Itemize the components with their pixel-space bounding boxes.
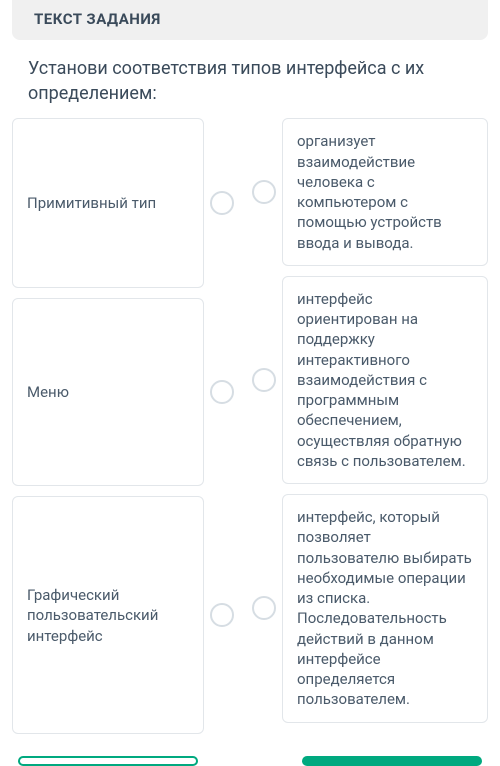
match-left-label: Меню — [27, 382, 69, 402]
connector-left[interactable] — [204, 380, 240, 404]
secondary-button[interactable] — [18, 756, 198, 766]
connector-dot-icon — [210, 380, 234, 404]
match-right-item[interactable]: интерфейс ориентирован на поддержку инте… — [282, 276, 488, 484]
connector-dot-icon — [210, 191, 234, 215]
match-left-item[interactable]: Меню — [12, 298, 204, 486]
match-right-text: организует взаимодействие человека с ком… — [297, 131, 473, 253]
match-right-item[interactable]: интерфейс, который позволяет пользовател… — [282, 494, 488, 723]
primary-button[interactable] — [302, 756, 482, 766]
match-left-label: Графический пользовательский интерфейс — [27, 585, 189, 646]
connector-dot-icon — [210, 603, 234, 627]
match-left-item[interactable]: Графический пользовательский интерфейс — [12, 496, 204, 734]
connector-right[interactable] — [246, 180, 282, 204]
question-text: Установи соответствия типов интерфейса с… — [0, 56, 500, 118]
task-header: ТЕКСТ ЗАДАНИЯ — [12, 0, 488, 40]
connector-dot-icon — [252, 368, 276, 392]
connector-left[interactable] — [204, 603, 240, 627]
match-left-item[interactable]: Примитивный тип — [12, 118, 204, 288]
task-header-title: ТЕКСТ ЗАДАНИЯ — [34, 10, 466, 28]
match-right-text: интерфейс ориентирован на поддержку инте… — [297, 289, 473, 471]
match-left-label: Примитивный тип — [27, 193, 156, 213]
connector-dot-icon — [252, 596, 276, 620]
match-area: Примитивный тип Меню Графический пользов… — [0, 118, 500, 734]
bottom-button-row — [0, 734, 500, 766]
connector-dot-icon — [252, 180, 276, 204]
match-right-text: интерфейс, который позволяет пользовател… — [297, 507, 473, 710]
match-right-item[interactable]: организует взаимодействие человека с ком… — [282, 118, 488, 266]
connector-right[interactable] — [246, 596, 282, 620]
connector-right[interactable] — [246, 368, 282, 392]
connector-left[interactable] — [204, 191, 240, 215]
